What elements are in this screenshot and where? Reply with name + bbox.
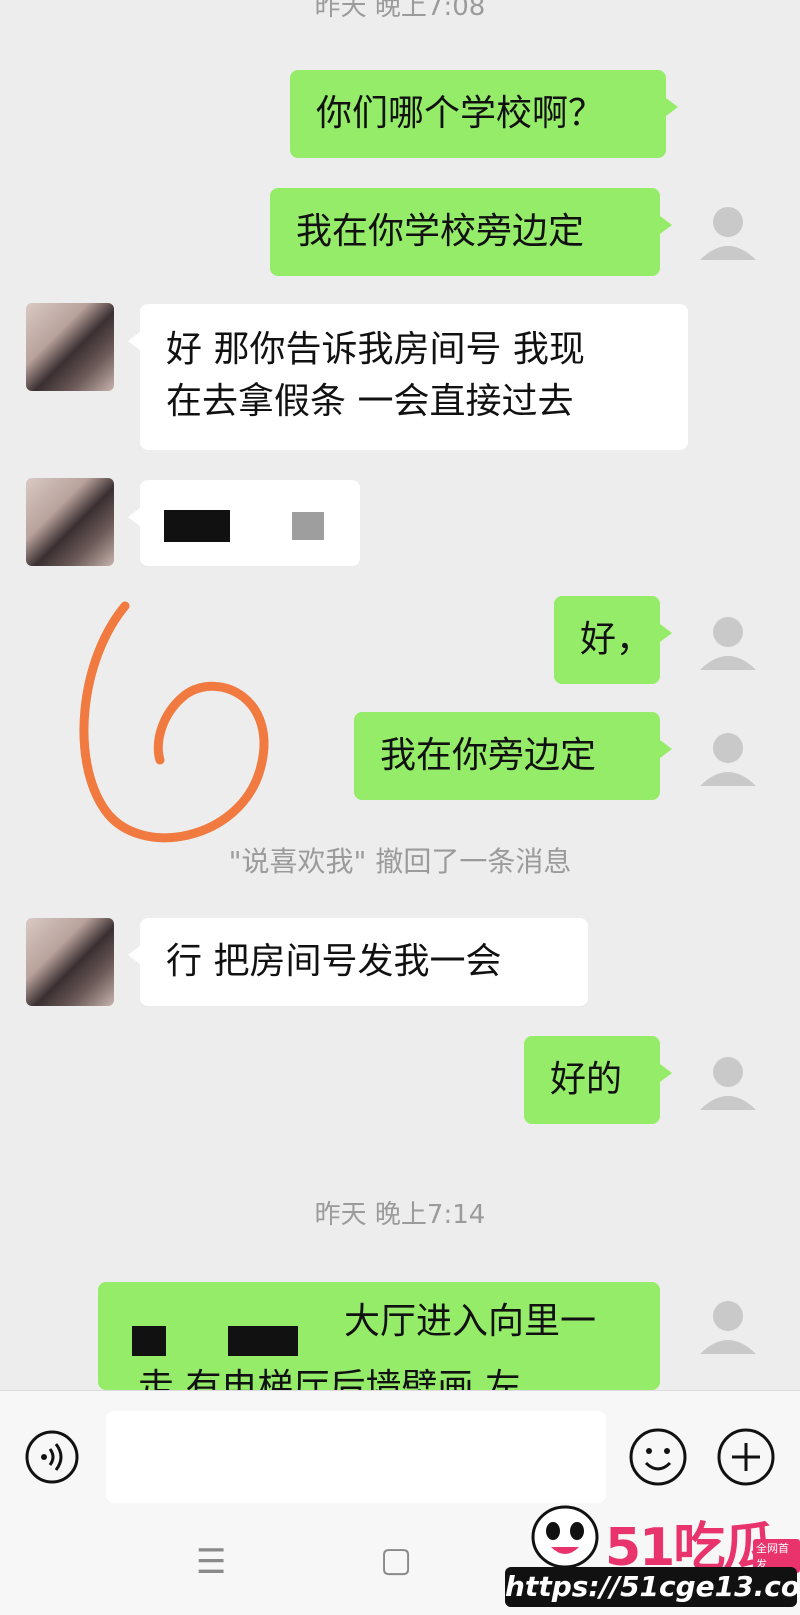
message-bubble-received[interactable]: 行 把房间号发我一会 [128, 918, 588, 1006]
plus-icon [717, 1428, 775, 1486]
person-icon [700, 207, 756, 260]
watermark-url: https://51cge13.com [505, 1567, 800, 1607]
message-bubble-received-redacted[interactable] [128, 480, 360, 566]
message-text-line: 好 那你告诉我房间号 我现 [166, 329, 585, 370]
message-text: 你们哪个学校啊？ [316, 93, 605, 134]
message-bubble-sent[interactable]: 好的 [524, 1036, 672, 1124]
redaction-block [292, 512, 324, 540]
my-avatar[interactable] [690, 604, 766, 680]
message-text: 我在你学校旁边定 [296, 211, 585, 252]
emoji-button[interactable] [628, 1427, 688, 1487]
contact-avatar[interactable] [26, 303, 114, 391]
person-icon [700, 617, 756, 670]
person-icon [700, 1301, 756, 1354]
my-avatar[interactable] [690, 720, 766, 796]
my-avatar[interactable] [690, 1288, 766, 1364]
contact-avatar[interactable] [26, 478, 114, 566]
voice-button[interactable] [24, 1429, 80, 1485]
plus-button[interactable] [716, 1427, 776, 1487]
my-avatar[interactable] [690, 194, 766, 270]
contact-avatar[interactable] [26, 918, 114, 1006]
partial-message-line: 大厅进入向里一 [344, 1301, 597, 1342]
message-bubble-sent[interactable]: 好， [554, 596, 672, 684]
message-text: 好， [580, 619, 653, 660]
redaction-block [132, 1326, 166, 1356]
mascot-icon [531, 1505, 599, 1569]
message-text: 行 把房间号发我一会 [166, 941, 502, 982]
message-bubble-received[interactable]: 好 那你告诉我房间号 我现 在去拿假条 一会直接过去 [128, 304, 688, 450]
message-bubble-sent[interactable]: 我在你学校旁边定 [270, 188, 672, 276]
message-text: 我在你旁边定 [380, 735, 597, 776]
message-bubble-sent[interactable]: 你们哪个学校啊？ [290, 70, 678, 158]
partial-message-line: 走 有电梯厅后墙壁画 左 [138, 1367, 521, 1390]
timestamp-top: 昨天 晚上7:08 [314, 0, 486, 22]
redaction-block [164, 510, 230, 542]
timestamp-mid: 昨天 晚上7:14 [314, 1200, 486, 1230]
recall-notice: "说喜欢我" 撤回了一条消息 [228, 845, 572, 878]
partial-message-bubble[interactable]: 大厅进入向里一 走 有电梯厅后墙壁画 左 [98, 1282, 660, 1390]
home-nav-button[interactable]: ▢ [380, 1540, 412, 1580]
menu-nav-button[interactable]: ☰ [196, 1542, 226, 1582]
message-text-line: 在去拿假条 一会直接过去 [166, 381, 574, 422]
voice-icon [25, 1430, 79, 1484]
message-bubble-sent[interactable]: 我在你旁边定 [354, 712, 672, 800]
redaction-block [228, 1326, 298, 1356]
watermark: 51吃瓜 全网首发 https://51cge13.com [505, 1495, 800, 1615]
person-icon [700, 1057, 756, 1110]
message-input[interactable] [106, 1411, 606, 1503]
my-avatar[interactable] [690, 1044, 766, 1120]
emoji-icon [629, 1428, 687, 1486]
message-text: 好的 [550, 1059, 623, 1100]
person-icon [700, 733, 756, 786]
